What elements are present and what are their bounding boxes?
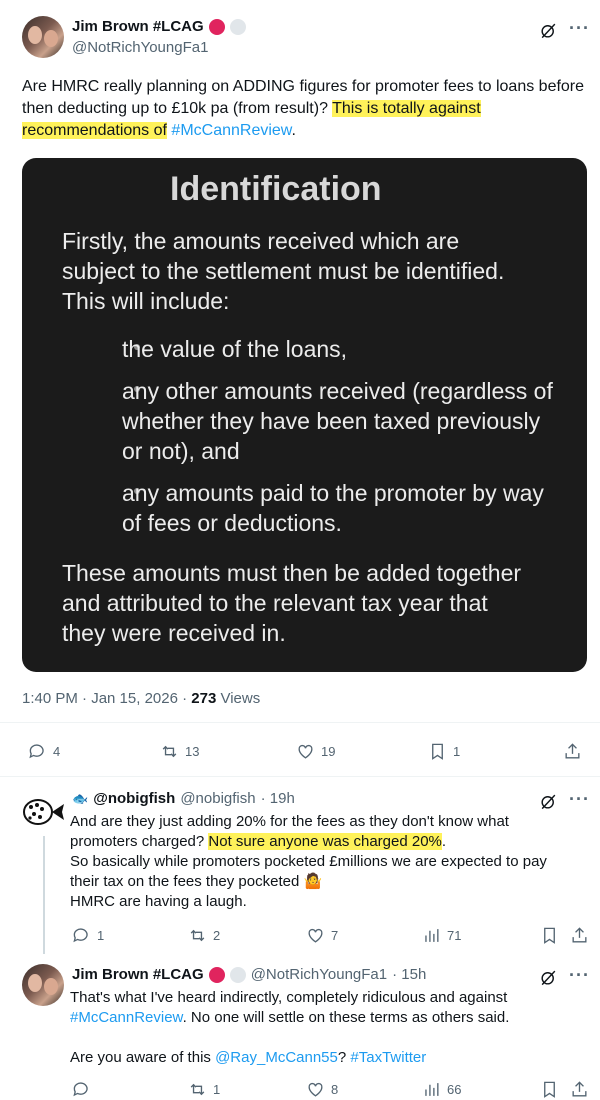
image-outro: These amounts must then be added togethe… [62, 560, 522, 646]
reply2-avatar[interactable] [22, 964, 64, 1006]
views-count: 273 [191, 690, 217, 707]
share-icon [565, 743, 580, 759]
bookmark-count: 1 [453, 744, 461, 759]
repost-button[interactable]: 13 [160, 742, 199, 761]
reply2-author-name[interactable]: Jim Brown #LCAG [72, 966, 204, 983]
heart-icon [308, 1082, 323, 1097]
red-badge-icon [208, 18, 225, 35]
reply-icon [73, 928, 88, 943]
tweet-meta: 1:40 PM · Jan 15, 2026 · 273 Views [22, 690, 261, 707]
image-bullet-3: any amounts paid to the promoter by way … [122, 480, 544, 536]
tweet-timestamp[interactable]: 1:40 PM · Jan 15, 2026 · [22, 690, 191, 707]
repost-icon [162, 745, 177, 758]
reply2-views-button[interactable]: 66 [422, 1080, 461, 1099]
reply1-author-handle[interactable]: @nobigfish [180, 790, 255, 807]
reply1-share-button[interactable] [570, 926, 589, 945]
image-intro: Firstly, the amounts received which are … [62, 228, 505, 314]
grey-badge-icon [229, 18, 246, 35]
tweet-text-pre: Are HMRC really planning on ADDING figur… [22, 78, 585, 117]
bookmark-icon [544, 927, 555, 944]
author-handle[interactable]: @NotRichYoungFa1 [72, 39, 208, 56]
image-title: Identification [170, 170, 382, 208]
reply1-highlight: Not sure anyone was charged 20% [208, 833, 442, 850]
reply1-text: And are they just adding 20% for the fee… [70, 813, 547, 910]
bookmark-icon [544, 1081, 555, 1098]
bookmark-button[interactable]: 1 [428, 742, 460, 761]
image-bullet-1: the value of the loans, [122, 336, 348, 362]
fish-emoji-icon: 🐟 [72, 790, 89, 806]
views-icon [425, 929, 439, 942]
grok-icon[interactable] [539, 21, 558, 45]
reply-icon [29, 744, 44, 759]
repost-count: 13 [185, 744, 200, 759]
reply2-author-handle[interactable]: @NotRichYoungFa1 [251, 966, 387, 983]
reply2-time[interactable]: · 15h [392, 966, 426, 983]
reply2-bookmark-button[interactable] [540, 1080, 559, 1099]
red-badge-icon [208, 966, 225, 983]
heart-icon [308, 928, 323, 943]
taxtwitter-hashtag-link[interactable]: #TaxTwitter [350, 1049, 426, 1066]
reply1-views-button[interactable]: 71 [422, 926, 461, 945]
reply2-share-button[interactable] [570, 1080, 589, 1099]
nobigfish-avatar[interactable] [22, 792, 66, 832]
more-options-icon[interactable]: ··· [569, 965, 590, 986]
share-button[interactable] [563, 742, 582, 761]
author-avatar[interactable] [22, 16, 64, 58]
tweet-text: Are HMRC really planning on ADDING figur… [22, 78, 585, 139]
divider [0, 776, 600, 777]
image-bullet-2: any other amounts received (regardless o… [122, 378, 553, 464]
tweet-image[interactable]: Identification Firstly, the amounts rece… [22, 158, 587, 672]
reply1-repost-button[interactable]: 2 [188, 926, 220, 945]
reply2-repost-button[interactable]: 1 [188, 1080, 220, 1099]
reply1-author-name[interactable]: @nobigfish [93, 790, 175, 807]
thread-line [43, 836, 45, 954]
reply2-like-button[interactable]: 8 [306, 1080, 338, 1099]
reply1-bookmark-button[interactable] [540, 926, 559, 945]
bookmark-icon [432, 743, 443, 760]
more-options-icon[interactable]: ··· [569, 18, 590, 39]
reply1-reply-button[interactable]: 1 [72, 926, 104, 945]
repost-icon [190, 929, 205, 942]
repost-icon [190, 1083, 205, 1096]
share-icon [572, 1081, 587, 1097]
reply2-text: That's what I've heard indirectly, compl… [70, 989, 510, 1066]
reply-count: 4 [53, 744, 61, 759]
like-button[interactable]: 19 [296, 742, 335, 761]
mccannreview-hashtag-link[interactable]: #McCannReview [171, 122, 291, 139]
views-icon [425, 1083, 439, 1096]
mccannreview-hashtag-link[interactable]: #McCannReview [70, 1009, 183, 1026]
reply1-time[interactable]: · 19h [261, 790, 295, 807]
reply1-like-button[interactable]: 7 [306, 926, 338, 945]
divider [0, 722, 600, 723]
reply2-reply-button[interactable] [72, 1080, 97, 1099]
reply-icon [73, 1082, 88, 1097]
more-options-icon[interactable]: ··· [569, 789, 590, 810]
grey-badge-icon [229, 966, 246, 983]
author-name[interactable]: Jim Brown #LCAG [72, 18, 204, 35]
ray-mccann-mention-link[interactable]: @Ray_McCann55 [215, 1049, 338, 1066]
share-icon [572, 927, 587, 943]
reply-button[interactable]: 4 [28, 742, 60, 761]
heart-icon [298, 744, 313, 759]
like-count: 19 [321, 744, 336, 759]
